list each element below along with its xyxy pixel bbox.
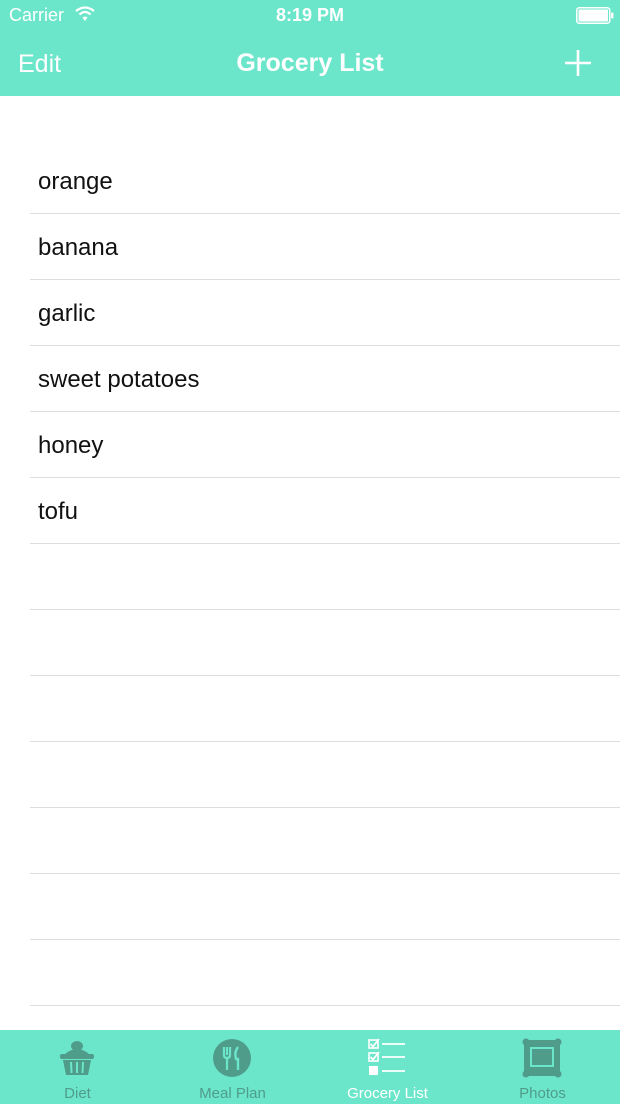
tab-diet[interactable]: Diet (0, 1030, 155, 1104)
list-item[interactable]: garlic (30, 280, 620, 346)
tab-bar: Diet Meal Plan Grocery List Photos (0, 1030, 620, 1104)
list-item[interactable]: honey (30, 412, 620, 478)
empty-row (30, 544, 620, 610)
list-item[interactable]: tofu (30, 478, 620, 544)
fork-knife-icon (213, 1039, 251, 1077)
list-item-label: honey (38, 432, 104, 459)
status-time: 8:19 PM (275, 5, 345, 25)
tab-photos[interactable]: Photos (465, 1030, 620, 1104)
empty-row (30, 874, 620, 940)
list-item-label: tofu (38, 498, 79, 525)
checklist-icon (368, 1038, 405, 1075)
empty-row (30, 676, 620, 742)
list-item-label: orange (38, 168, 113, 195)
list-item-label: sweet potatoes (38, 366, 200, 393)
grocery-list: orange banana garlic sweet potatoes hone… (0, 148, 620, 1030)
list-item[interactable]: sweet potatoes (30, 346, 620, 412)
navigation-bar: Edit Grocery List (0, 34, 620, 96)
empty-row (30, 610, 620, 676)
tab-label: Meal Plan (199, 1085, 266, 1102)
status-bar: Carrier 8:19 PM (0, 0, 620, 34)
list-item[interactable]: banana (30, 214, 620, 280)
tab-meal-plan[interactable]: Meal Plan (155, 1030, 310, 1104)
page-title: Grocery List (236, 49, 384, 77)
plus-icon[interactable] (562, 47, 594, 79)
empty-row (30, 1006, 620, 1030)
tab-label: Photos (519, 1085, 566, 1102)
list-item-label: banana (38, 234, 119, 261)
tab-label: Grocery List (347, 1085, 428, 1102)
basket-icon (60, 1041, 94, 1075)
list-item-label: garlic (38, 300, 96, 327)
empty-row (30, 742, 620, 808)
battery-icon (576, 7, 614, 24)
picture-frame-icon (522, 1038, 562, 1078)
empty-row (30, 940, 620, 1006)
list-item[interactable]: orange (30, 148, 620, 214)
tab-label: Diet (64, 1085, 91, 1102)
empty-row (30, 808, 620, 874)
tab-grocery-list[interactable]: Grocery List (310, 1030, 465, 1104)
